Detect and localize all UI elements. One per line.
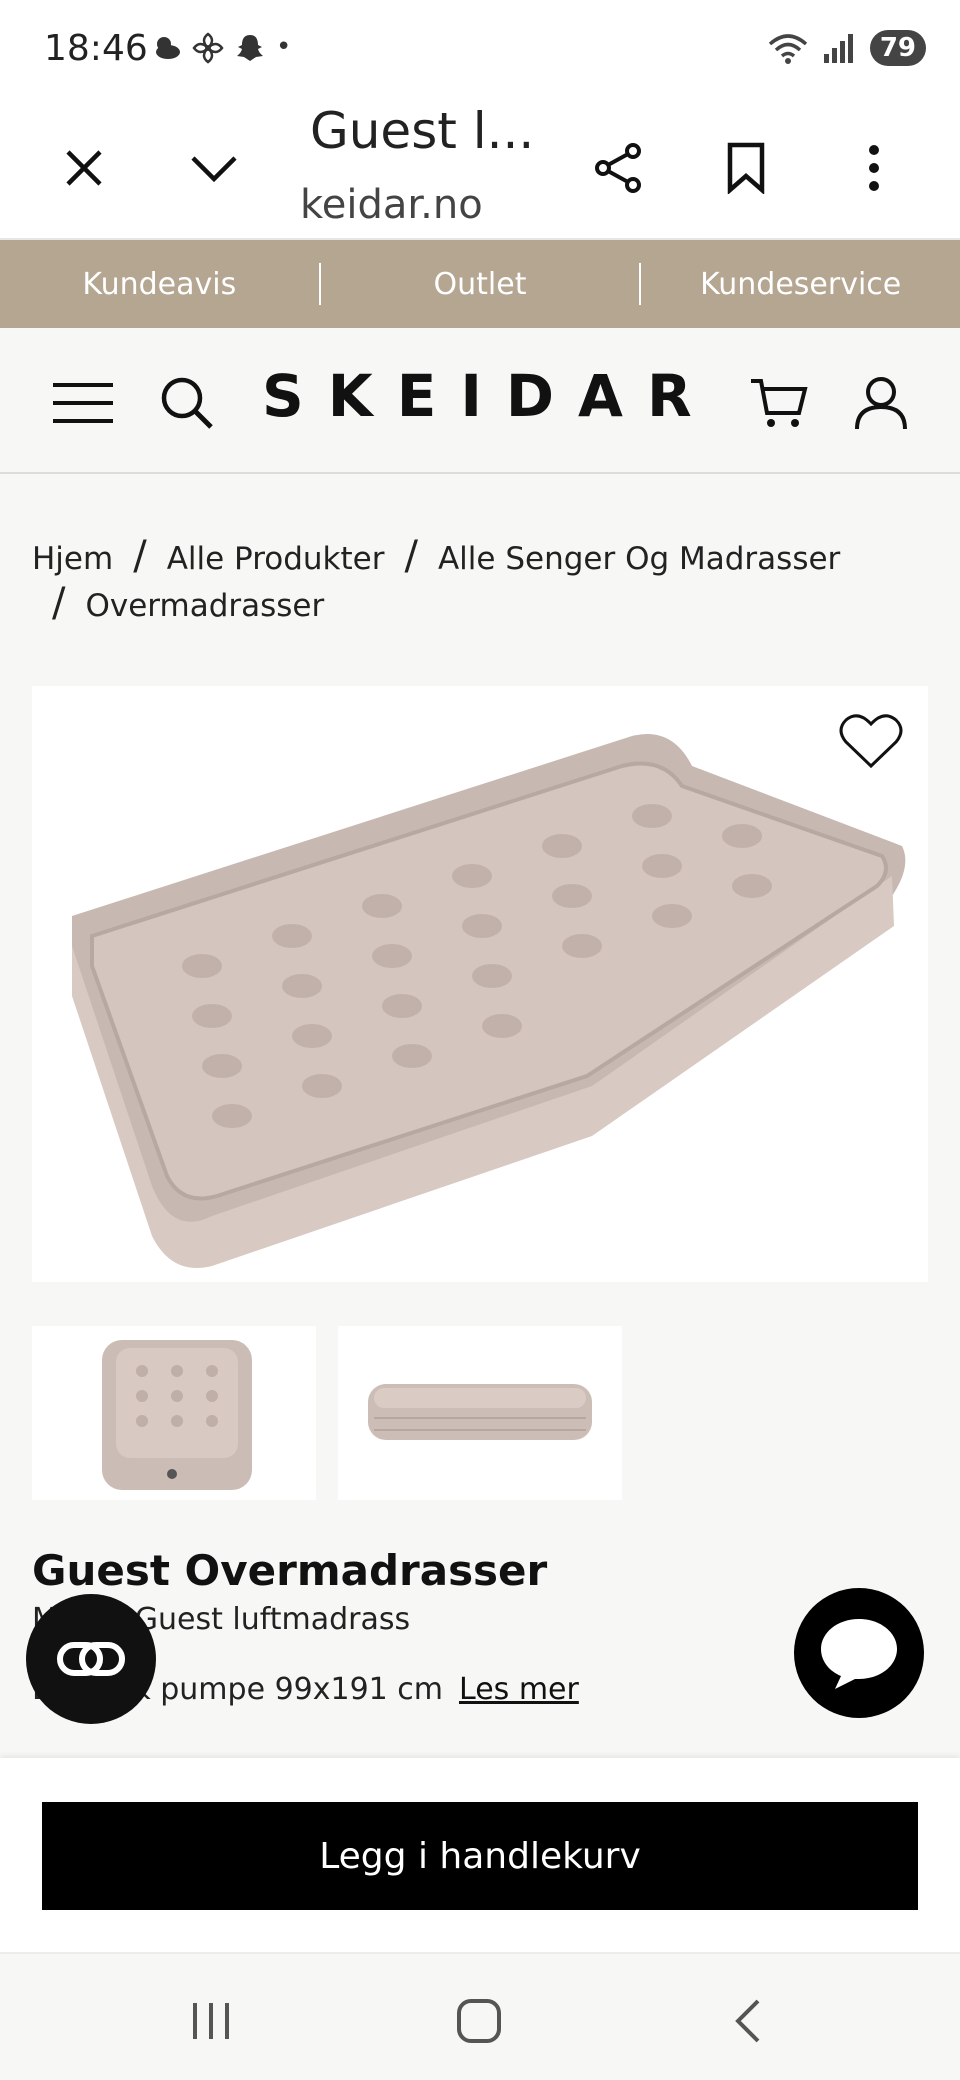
breadcrumb-separator: / bbox=[133, 533, 147, 579]
breadcrumb-separator: / bbox=[52, 580, 66, 626]
share-icon bbox=[595, 143, 641, 193]
signal-icon bbox=[823, 34, 853, 63]
bookmark-button[interactable] bbox=[714, 136, 778, 200]
battery-level: 79 bbox=[869, 30, 926, 66]
menu-button[interactable] bbox=[48, 368, 118, 438]
status-time: 18:46 bbox=[44, 28, 148, 69]
product-thumbnail[interactable] bbox=[32, 1326, 316, 1500]
system-navigation-bar bbox=[0, 1952, 960, 2080]
share-button[interactable] bbox=[586, 136, 650, 200]
status-bar: 18:46 • 79 bbox=[0, 0, 960, 96]
weather-icon bbox=[156, 37, 180, 59]
search-button[interactable] bbox=[152, 368, 222, 438]
close-icon bbox=[66, 150, 102, 186]
promo-nav: Kundeavis Outlet Kundeservice bbox=[0, 240, 960, 328]
snapchat-icon bbox=[237, 35, 263, 61]
read-more-link[interactable]: Les mer bbox=[459, 1672, 579, 1707]
product-main-image[interactable] bbox=[32, 686, 928, 1282]
close-tab-button[interactable] bbox=[52, 136, 116, 200]
favorite-button[interactable] bbox=[838, 710, 904, 770]
back-button[interactable] bbox=[712, 1986, 782, 2056]
promo-link-outlet[interactable]: Outlet bbox=[321, 267, 640, 302]
mattress-thumbnail-image bbox=[102, 1340, 252, 1490]
page-domain: keidar.no bbox=[300, 182, 483, 228]
promo-link-kundeavis[interactable]: Kundeavis bbox=[0, 267, 319, 302]
more-options-button[interactable] bbox=[842, 136, 906, 200]
back-icon bbox=[735, 1999, 760, 2043]
site-logo[interactable]: SKEIDAR bbox=[262, 362, 716, 430]
promo-link-kundeservice[interactable]: Kundeservice bbox=[641, 267, 960, 302]
breadcrumb-link[interactable]: Hjem bbox=[32, 541, 113, 577]
breadcrumb-separator: / bbox=[404, 533, 418, 579]
add-to-cart-button[interactable]: Legg i handlekurv bbox=[42, 1802, 918, 1910]
home-icon bbox=[457, 1999, 501, 2043]
breadcrumb-link[interactable]: Alle Senger Og Madrasser bbox=[438, 541, 840, 577]
more-notifications-dot: • bbox=[276, 32, 292, 62]
breadcrumb: Hjem / Alle Produkter / Alle Senger Og Madra… bbox=[32, 534, 932, 628]
more-vertical-icon bbox=[869, 145, 879, 191]
account-button[interactable] bbox=[846, 368, 916, 438]
wifi-icon bbox=[768, 34, 807, 64]
bookmark-icon bbox=[727, 142, 765, 194]
cart-icon bbox=[751, 379, 808, 427]
search-icon bbox=[161, 377, 213, 429]
heart-icon bbox=[839, 714, 903, 769]
system-icons: 79 bbox=[768, 30, 926, 66]
hamburger-icon bbox=[53, 383, 113, 423]
site-header: SKEIDAR bbox=[0, 328, 960, 474]
chevron-down-icon bbox=[191, 156, 237, 183]
user-icon bbox=[855, 377, 907, 430]
air-mattress-image bbox=[72, 734, 906, 1268]
minimize-button[interactable] bbox=[182, 136, 246, 200]
product-title: Guest Overmadrasser bbox=[32, 1546, 548, 1595]
browser-toolbar: Guest l... keidar.no bbox=[0, 96, 960, 240]
mattress-side-thumbnail-image bbox=[368, 1384, 592, 1440]
page-title: Guest l... bbox=[310, 102, 535, 160]
notification-icons: • bbox=[150, 32, 291, 64]
compare-icon bbox=[57, 1642, 125, 1676]
chat-button[interactable] bbox=[794, 1588, 924, 1718]
product-thumbnail[interactable] bbox=[338, 1326, 622, 1500]
home-button[interactable] bbox=[444, 1986, 514, 2056]
breadcrumb-current: Overmadrasser bbox=[85, 588, 325, 624]
add-to-cart-panel: Legg i handlekurv bbox=[0, 1758, 960, 1952]
cart-button[interactable] bbox=[744, 368, 814, 438]
recent-apps-icon bbox=[193, 2003, 229, 2039]
fan-icon bbox=[192, 32, 224, 64]
recent-apps-button[interactable] bbox=[176, 1986, 246, 2056]
breadcrumb-link[interactable]: Alle Produkter bbox=[167, 541, 385, 577]
compare-button[interactable] bbox=[26, 1594, 156, 1724]
chat-bubble-icon bbox=[821, 1619, 897, 1689]
